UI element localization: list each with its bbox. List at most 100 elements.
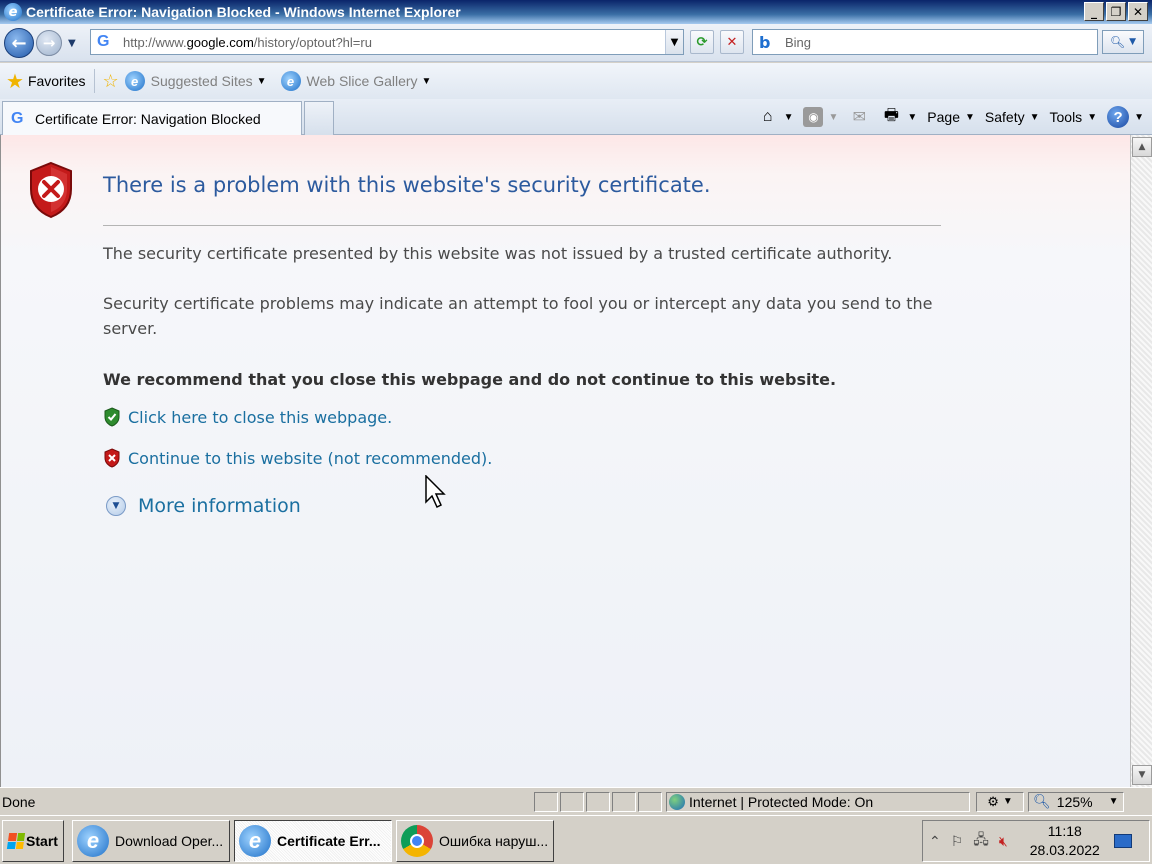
feeds-button[interactable]: ◉ ▼ xyxy=(803,107,838,127)
chevron-down-icon[interactable]: ▼ xyxy=(907,112,917,123)
taskbar-item-download[interactable]: e Download Oper... xyxy=(72,820,230,862)
taskbar: Start e Download Oper... e Certificate E… xyxy=(0,815,1152,864)
divider xyxy=(93,69,95,93)
magnifier-icon: 🔍︎ xyxy=(1109,35,1126,49)
command-bar: ⌂ ▼ ◉ ▼ ✉ 🖶 ▼ Page ▼ Safety ▼ Tools ▼ ? ▼ xyxy=(757,103,1144,131)
scroll-up-button[interactable]: ▲ xyxy=(1132,137,1152,157)
divider xyxy=(103,225,941,226)
home-button[interactable]: ⌂ ▼ xyxy=(757,106,794,128)
printer-icon: 🖶 xyxy=(883,106,899,124)
chevron-down-icon[interactable]: ▼ xyxy=(784,112,794,123)
tab-row: G Certificate Error: Navigation Blocked … xyxy=(0,99,1152,135)
rss-icon: ◉ xyxy=(803,107,824,127)
search-field[interactable]: b Bing xyxy=(752,29,1098,55)
help-menu[interactable]: ? ▼ xyxy=(1107,106,1144,128)
address-dropdown-button[interactable]: ▼ xyxy=(665,30,683,54)
chevron-down-icon: ▼ xyxy=(1108,796,1119,807)
zoom-level: 125% xyxy=(1056,793,1093,810)
stop-button[interactable]: ✕ xyxy=(720,30,744,54)
zone-label: Internet | Protected Mode: On xyxy=(689,793,874,810)
search-button[interactable]: 🔍︎ ▼ xyxy=(1102,30,1144,54)
status-panel xyxy=(638,791,662,812)
clock[interactable]: 11:18 28.03.2022 xyxy=(1030,822,1100,860)
add-to-favorites-icon[interactable]: ☆ xyxy=(103,71,119,92)
ie-icon: e xyxy=(239,825,271,857)
minimize-button[interactable]: _ xyxy=(1084,2,1104,21)
safety-menu[interactable]: Safety ▼ xyxy=(985,109,1040,125)
status-panel xyxy=(560,791,584,812)
volume-muted-icon[interactable]: 🔇︎ xyxy=(999,833,1008,850)
show-hidden-icons-icon[interactable]: ⌃ xyxy=(929,833,941,850)
continue-to-website-link[interactable]: Continue to this website (not recommende… xyxy=(128,449,492,468)
tab-certificate-error[interactable]: G Certificate Error: Navigation Blocked xyxy=(2,101,302,135)
vertical-scrollbar[interactable]: ▲ ▼ xyxy=(1130,135,1152,787)
continue-row: Continue to this website (not recommende… xyxy=(103,448,492,468)
error-shield-icon xyxy=(30,161,72,219)
red-shield-icon xyxy=(104,448,120,468)
start-button[interactable]: Start xyxy=(2,820,64,862)
mail-icon[interactable]: ✉ xyxy=(848,106,870,128)
chevron-down-icon: ▼ xyxy=(1134,111,1144,123)
mouse-cursor-icon xyxy=(425,475,446,509)
close-button[interactable]: ✕ xyxy=(1128,2,1148,21)
chevron-down-icon: ▼ xyxy=(964,111,975,123)
new-tab-button[interactable] xyxy=(304,101,334,135)
action-center-flag-icon[interactable]: ⚐ xyxy=(951,833,964,850)
scroll-down-button[interactable]: ▼ xyxy=(1132,765,1152,785)
recommendation-text: We recommend that you close this webpage… xyxy=(103,370,837,389)
chevron-down-icon[interactable]: ▼ xyxy=(422,76,432,87)
page-content: There is a problem with this website's s… xyxy=(0,135,1130,787)
window-title: Certificate Error: Navigation Blocked - … xyxy=(26,4,461,20)
security-zone[interactable]: Internet | Protected Mode: On xyxy=(666,791,970,812)
favorites-button[interactable]: Favorites xyxy=(28,73,86,89)
close-webpage-row: Click here to close this webpage. xyxy=(103,407,392,427)
more-information-label: More information xyxy=(138,495,301,517)
green-shield-icon xyxy=(104,407,120,427)
google-favicon-icon: G xyxy=(11,109,24,127)
windows-logo-icon xyxy=(6,833,26,849)
tab-title: Certificate Error: Navigation Blocked xyxy=(35,110,261,127)
chevron-down-icon[interactable]: ▼ xyxy=(828,112,838,123)
chevron-down-icon: ▼ xyxy=(1029,111,1040,123)
network-icon[interactable]: 🖧 xyxy=(973,829,989,853)
suggested-sites-link[interactable]: Suggested Sites xyxy=(151,73,253,89)
chevron-down-icon: ▼ xyxy=(1129,37,1137,47)
chevron-down-icon: ▼ xyxy=(1002,796,1013,807)
chevron-down-icon[interactable]: ▼ xyxy=(257,76,267,87)
globe-icon xyxy=(669,793,685,810)
tools-menu[interactable]: Tools ▼ xyxy=(1050,109,1098,125)
show-desktop-icon[interactable] xyxy=(1113,834,1132,848)
google-favicon-icon: G xyxy=(97,33,110,50)
status-bar: Done Internet | Protected Mode: On ⚙ ▼ 🔍︎… xyxy=(0,787,1152,815)
address-bar[interactable]: G http://www.google.com/history/optout?h… xyxy=(90,29,684,55)
ie-icon: e xyxy=(77,825,109,857)
address-url[interactable]: http://www.google.com/history/optout?hl=… xyxy=(123,35,372,50)
recent-pages-dropdown[interactable]: ▼ xyxy=(68,38,76,49)
taskbar-item-chrome[interactable]: Ошибка наруш... xyxy=(396,820,554,862)
ie-icon: e xyxy=(4,3,22,21)
print-button[interactable]: 🖶 ▼ xyxy=(880,106,917,128)
home-icon: ⌂ xyxy=(762,108,773,125)
expand-chevron-icon: ▼ xyxy=(106,496,126,516)
close-webpage-link[interactable]: Click here to close this webpage. xyxy=(128,408,392,427)
web-slice-gallery-link[interactable]: Web Slice Gallery xyxy=(307,73,418,89)
popup-blocker-button[interactable]: ⚙ ▼ xyxy=(976,791,1024,812)
zoom-button[interactable]: 🔍︎ 125% ▼ xyxy=(1028,791,1124,812)
ie-icon: e xyxy=(280,71,301,91)
status-panel xyxy=(586,791,610,812)
taskbar-item-certificate-error[interactable]: e Certificate Err... xyxy=(234,820,392,862)
favorites-star-icon[interactable]: ★ xyxy=(6,69,24,94)
chevron-down-icon: ▼ xyxy=(1087,111,1098,123)
help-icon: ? xyxy=(1107,106,1130,128)
page-title: There is a problem with this website's s… xyxy=(103,173,711,197)
status-text: Done xyxy=(2,793,36,810)
forward-button[interactable]: → xyxy=(36,30,62,56)
more-information-toggle[interactable]: ▼ More information xyxy=(106,495,301,517)
bing-icon: b xyxy=(759,32,771,52)
address-toolbar: ← → ▼ G http://www.google.com/history/op… xyxy=(0,24,1152,62)
restore-button[interactable]: ❐ xyxy=(1106,2,1126,21)
back-button[interactable]: ← xyxy=(4,28,34,58)
refresh-button[interactable]: ⟳ xyxy=(690,30,714,54)
page-menu[interactable]: Page ▼ xyxy=(927,109,975,125)
search-placeholder: Bing xyxy=(785,34,812,50)
